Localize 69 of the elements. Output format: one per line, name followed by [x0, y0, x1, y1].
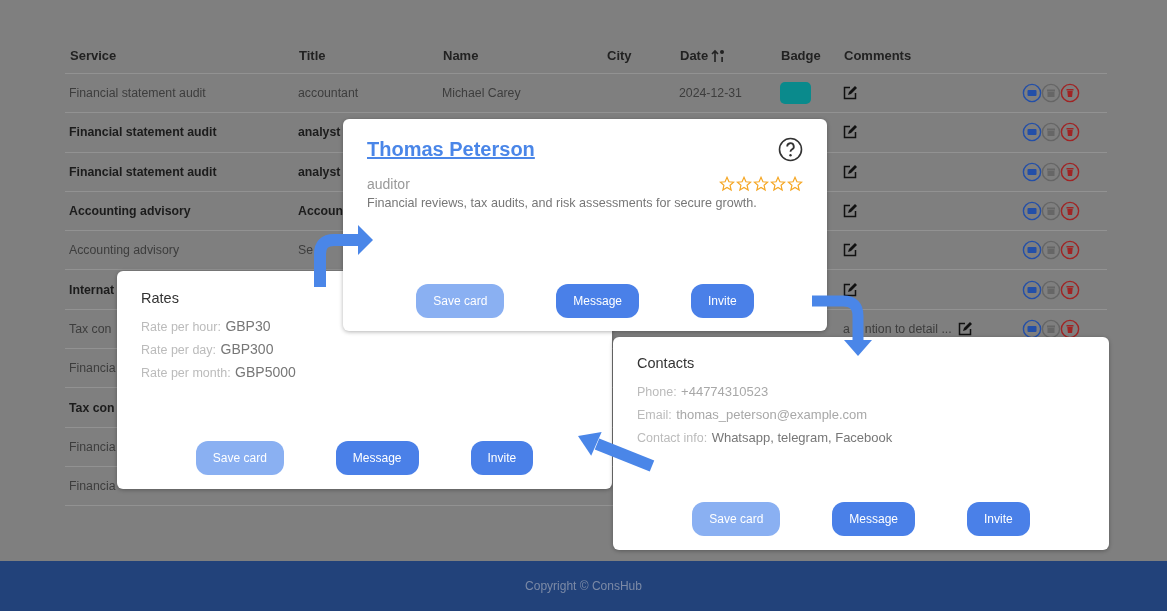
table-cell: Internat — [69, 282, 115, 297]
table-cell: Michael Carey — [442, 86, 521, 101]
help-icon[interactable] — [778, 137, 803, 162]
field-label: Contact info: — [637, 431, 708, 445]
field-value: +44774310523 — [681, 384, 769, 399]
column-header[interactable]: Service — [70, 48, 117, 63]
column-header[interactable]: Date — [680, 48, 709, 63]
field-value: Whatsapp, telegram, Facebook — [711, 430, 893, 445]
mail-icon[interactable] — [1022, 318, 1042, 339]
table-cell: Financial statement audit — [69, 164, 217, 179]
profile-description: Financial reviews, tax audits, and risk assessments for secure growth. — [367, 196, 758, 210]
table-cell: Financia — [69, 479, 116, 494]
edit-icon[interactable] — [843, 164, 857, 179]
table-cell: Accounting advisory — [69, 204, 191, 219]
sort-icon[interactable] — [711, 48, 726, 63]
column-header[interactable]: Title — [299, 48, 326, 63]
table-cell: Tax con — [69, 400, 115, 415]
card-button[interactable]: Message — [832, 502, 915, 536]
table-cell: Financia — [69, 439, 116, 454]
profile-name-link[interactable]: Thomas Peterson — [367, 138, 535, 161]
table-cell: Financial statement audit — [69, 86, 206, 101]
card-button[interactable]: Invite — [470, 441, 534, 475]
table-cell: Tax con — [69, 321, 112, 336]
field-label: Phone: — [637, 385, 677, 399]
archive-icon[interactable] — [1041, 318, 1061, 339]
field-label: Rate per month: — [141, 366, 231, 380]
edit-icon[interactable] — [843, 282, 857, 297]
field-label: Rate per day: — [141, 343, 217, 357]
card-title: Contacts — [637, 355, 695, 371]
card-button[interactable]: Invite — [691, 284, 754, 318]
comment-text: a — [843, 321, 850, 336]
profile-role: auditor — [367, 176, 410, 192]
table-cell: Se — [298, 243, 314, 258]
field-label: Email: — [637, 408, 672, 422]
card-title: Rates — [141, 290, 179, 306]
field-label: Rate per hour: — [141, 320, 221, 334]
column-header[interactable]: City — [607, 48, 632, 63]
edit-icon[interactable] — [843, 125, 857, 140]
edit-icon[interactable] — [843, 204, 857, 219]
table-cell: Financia — [69, 361, 116, 376]
field-value: thomas_peterson@example.com — [676, 407, 868, 422]
column-header[interactable]: Badge — [781, 48, 821, 63]
comment-text: ntion to detail ... — [864, 321, 952, 336]
star-icon[interactable] — [736, 176, 752, 192]
edit-icon[interactable] — [843, 86, 857, 101]
field-value: GBP5000 — [235, 364, 296, 380]
card-button[interactable]: Invite — [967, 502, 1030, 536]
star-icon[interactable] — [753, 176, 769, 192]
table-cell: analyst — [298, 125, 341, 140]
column-header[interactable]: Name — [443, 48, 479, 63]
table-cell: accountant — [298, 86, 359, 101]
table-cell: analyst — [298, 164, 341, 179]
curved-arrow — [314, 225, 373, 287]
table-cell: 2024-12-31 — [679, 86, 742, 101]
table-cell: Accounting advisory — [69, 243, 180, 258]
star-icon[interactable] — [787, 176, 803, 192]
field-value: GBP300 — [220, 341, 274, 357]
star-icon[interactable] — [770, 176, 786, 192]
table-cell: Accoun — [298, 204, 344, 219]
table-cell: Financial statement audit — [69, 125, 217, 140]
card-button[interactable]: Message — [556, 284, 639, 318]
field-value: GBP30 — [225, 318, 271, 334]
trash-icon[interactable] — [1060, 318, 1080, 339]
card-button[interactable]: Message — [335, 441, 419, 475]
edit-icon[interactable] — [957, 321, 972, 336]
edit-icon[interactable] — [843, 243, 857, 258]
copyright-text: Copyright © ConsHub — [525, 579, 642, 593]
column-header[interactable]: Comments — [844, 48, 912, 63]
star-icon[interactable] — [719, 176, 735, 192]
